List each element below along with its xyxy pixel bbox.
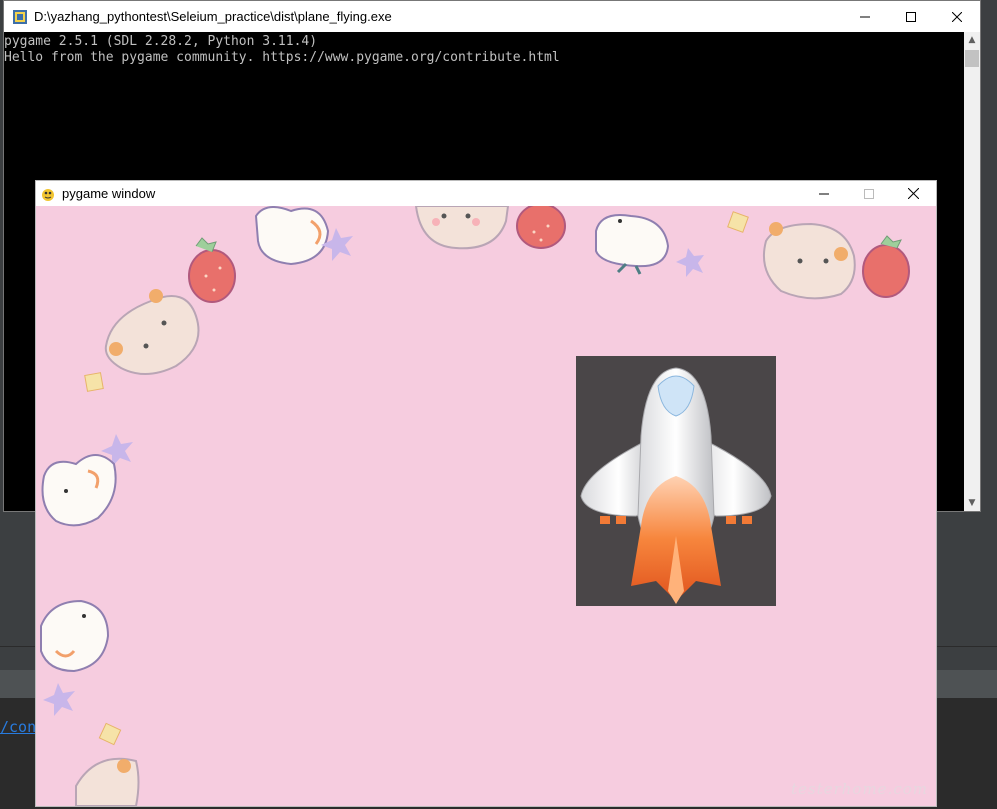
pygame-titlebar[interactable]: pygame window [36,181,936,206]
minimize-button[interactable] [842,1,888,32]
duck-sprite [254,206,330,266]
flower-sprite [98,722,122,746]
scroll-thumb[interactable] [965,50,979,67]
flower-sprite [676,248,704,277]
maximize-icon [906,11,916,22]
plane-sprite [576,356,776,606]
pygame-title: pygame window [62,186,156,201]
duck-sprite [41,454,117,527]
pygame-snake-icon [42,188,54,201]
bear-sprite [75,757,140,806]
close-icon [952,11,962,22]
maximize-button[interactable] [888,1,934,32]
bear-sprite [414,206,510,250]
game-canvas[interactable]: testerhome.com [36,206,936,806]
flower-sprite [727,211,749,233]
pygame-window: pygame window testerhome.com [35,180,937,807]
strawberry-sprite [516,206,566,249]
close-button[interactable] [891,181,936,206]
python-console-icon [13,9,27,24]
background-decoration [40,206,910,806]
strawberry-sprite [188,237,236,303]
bear-sprite [104,289,200,375]
minimize-icon [818,193,829,194]
close-icon [908,188,919,199]
duck-sprite [40,599,110,673]
console-titlebar[interactable]: D:\yazhang_pythontest\Seleium_practice\d… [4,1,980,32]
maximize-button[interactable] [846,181,891,206]
watermark: testerhome.com [791,780,928,798]
minimize-icon [860,16,870,17]
bear-sprite [762,222,856,300]
console-line: pygame 2.5.1 (SDL 2.28.2, Python 3.11.4) [4,34,318,49]
minimize-button[interactable] [801,181,846,206]
strawberry-sprite [862,235,910,298]
flower-sprite [43,683,75,716]
console-line: Hello from the pygame community. https:/… [4,50,560,65]
flower-sprite [84,372,104,392]
console-title: D:\yazhang_pythontest\Seleium_practice\d… [34,9,392,24]
close-button[interactable] [934,1,980,32]
scroll-down-arrow-icon[interactable]: ▼ [964,495,980,511]
duck-sprite [595,214,670,275]
maximize-icon [863,188,874,199]
console-scrollbar[interactable]: ▲ ▼ [964,32,980,511]
scroll-up-arrow-icon[interactable]: ▲ [964,32,980,48]
console-output: pygame 2.5.1 (SDL 2.28.2, Python 3.11.4)… [4,34,963,66]
